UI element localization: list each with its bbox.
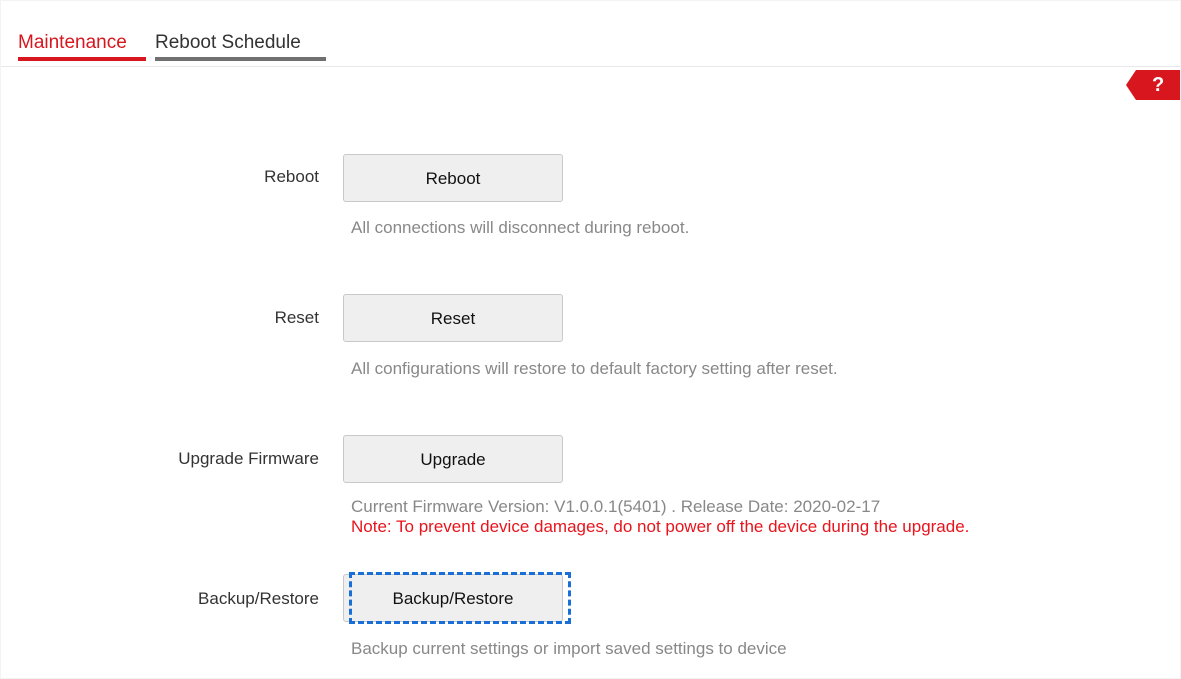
reset-label: Reset [274,308,319,327]
upgrade-firmware-label: Upgrade Firmware [178,449,319,468]
reset-hint: All configurations will restore to defau… [351,359,838,378]
page-frame [0,0,1181,679]
backup-restore-hint: Backup current settings or import saved … [351,639,787,658]
help-icon: ? [1152,74,1165,96]
reset-button[interactable]: Reset [343,294,563,342]
reboot-label: Reboot [264,167,319,186]
upgrade-warning-note: Note: To prevent device damages, do not … [351,517,970,536]
help-button[interactable]: ? [1126,70,1181,100]
reboot-hint: All connections will disconnect during r… [351,218,690,237]
reboot-button[interactable]: Reboot [343,154,563,202]
tab-reboot-schedule[interactable]: Reboot Schedule [155,30,301,56]
backup-restore-button[interactable]: Backup/Restore [343,574,563,622]
tab-maintenance[interactable]: Maintenance [18,30,127,56]
firmware-version-text: Current Firmware Version: V1.0.0.1(5401)… [351,497,881,516]
backup-restore-label: Backup/Restore [198,589,319,608]
maintenance-page: Maintenance Reboot Schedule ? Reboot Reb… [0,0,1181,679]
upgrade-button[interactable]: Upgrade [343,435,563,483]
tab-reboot-schedule-underline [155,57,326,61]
tab-bar: Maintenance Reboot Schedule [0,0,1181,67]
tab-maintenance-underline [18,57,146,61]
